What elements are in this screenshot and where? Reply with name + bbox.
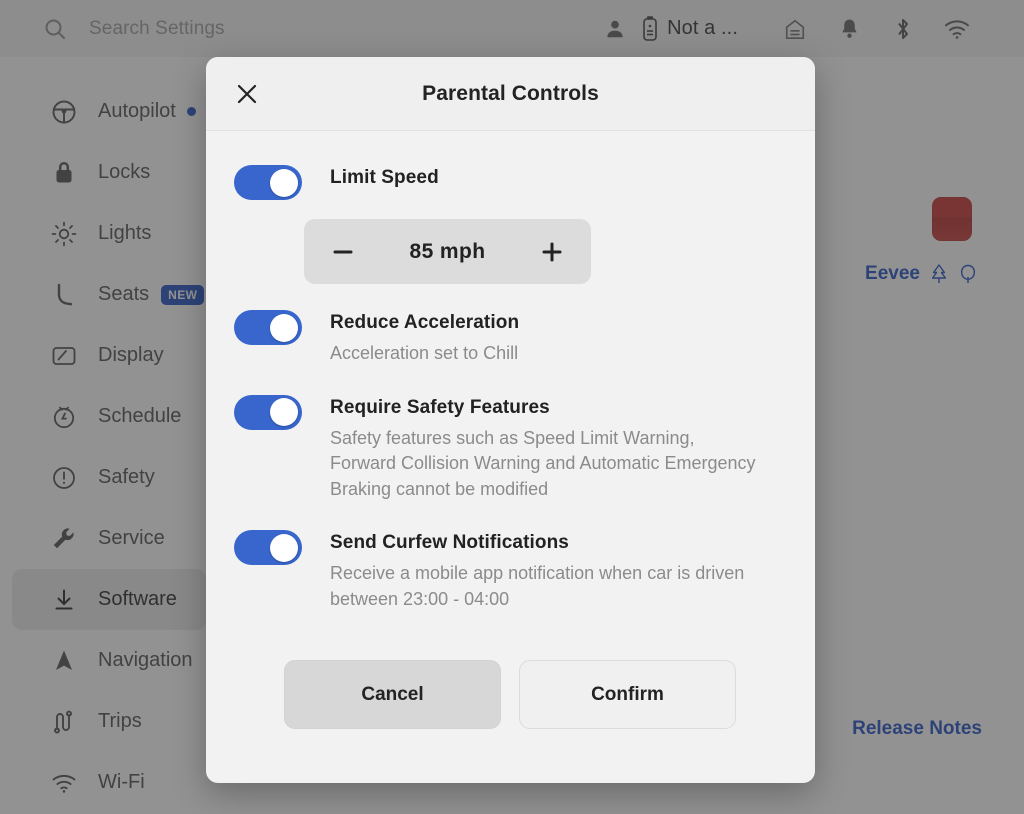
option-description: Safety features such as Speed Limit Warn…: [330, 426, 760, 503]
toggle-send-curfew-notifications[interactable]: [234, 530, 302, 565]
option-title: Require Safety Features: [330, 397, 760, 419]
option-title: Limit Speed: [330, 167, 439, 189]
modal-body: Limit Speed 85 mph: [206, 131, 815, 783]
option-text: Require Safety Features Safety features …: [330, 393, 760, 503]
option-text: Reduce Acceleration Acceleration set to …: [330, 308, 519, 367]
option-title: Send Curfew Notifications: [330, 532, 760, 554]
toggle-limit-speed[interactable]: [234, 165, 302, 200]
option-text: Send Curfew Notifications Receive a mobi…: [330, 528, 760, 612]
modal-title: Parental Controls: [206, 82, 815, 106]
option-require-safety-features: Require Safety Features Safety features …: [206, 393, 815, 503]
option-description: Acceleration set to Chill: [330, 341, 519, 367]
option-description: Receive a mobile app notification when c…: [330, 561, 760, 612]
speed-value: 85 mph: [410, 240, 486, 264]
toggle-knob: [270, 398, 298, 426]
speed-stepper: 85 mph: [304, 219, 591, 284]
plus-icon[interactable]: [535, 235, 569, 269]
toggle-reduce-acceleration[interactable]: [234, 310, 302, 345]
option-limit-speed: Limit Speed: [206, 163, 815, 200]
parental-controls-modal: Parental Controls Limit Speed 85 mph: [206, 57, 815, 783]
minus-icon[interactable]: [326, 235, 360, 269]
confirm-button[interactable]: Confirm: [519, 660, 736, 729]
modal-header: Parental Controls: [206, 57, 815, 131]
toggle-require-safety-features[interactable]: [234, 395, 302, 430]
cancel-button[interactable]: Cancel: [284, 660, 501, 729]
settings-screen: Search Settings: [0, 0, 1024, 814]
toggle-knob: [270, 534, 298, 562]
option-send-curfew-notifications: Send Curfew Notifications Receive a mobi…: [206, 528, 815, 612]
option-reduce-acceleration: Reduce Acceleration Acceleration set to …: [206, 308, 815, 367]
option-text: Limit Speed: [330, 163, 439, 189]
modal-footer: Cancel Confirm: [206, 660, 815, 729]
toggle-knob: [270, 169, 298, 197]
close-icon[interactable]: [230, 77, 264, 111]
option-title: Reduce Acceleration: [330, 312, 519, 334]
toggle-knob: [270, 314, 298, 342]
